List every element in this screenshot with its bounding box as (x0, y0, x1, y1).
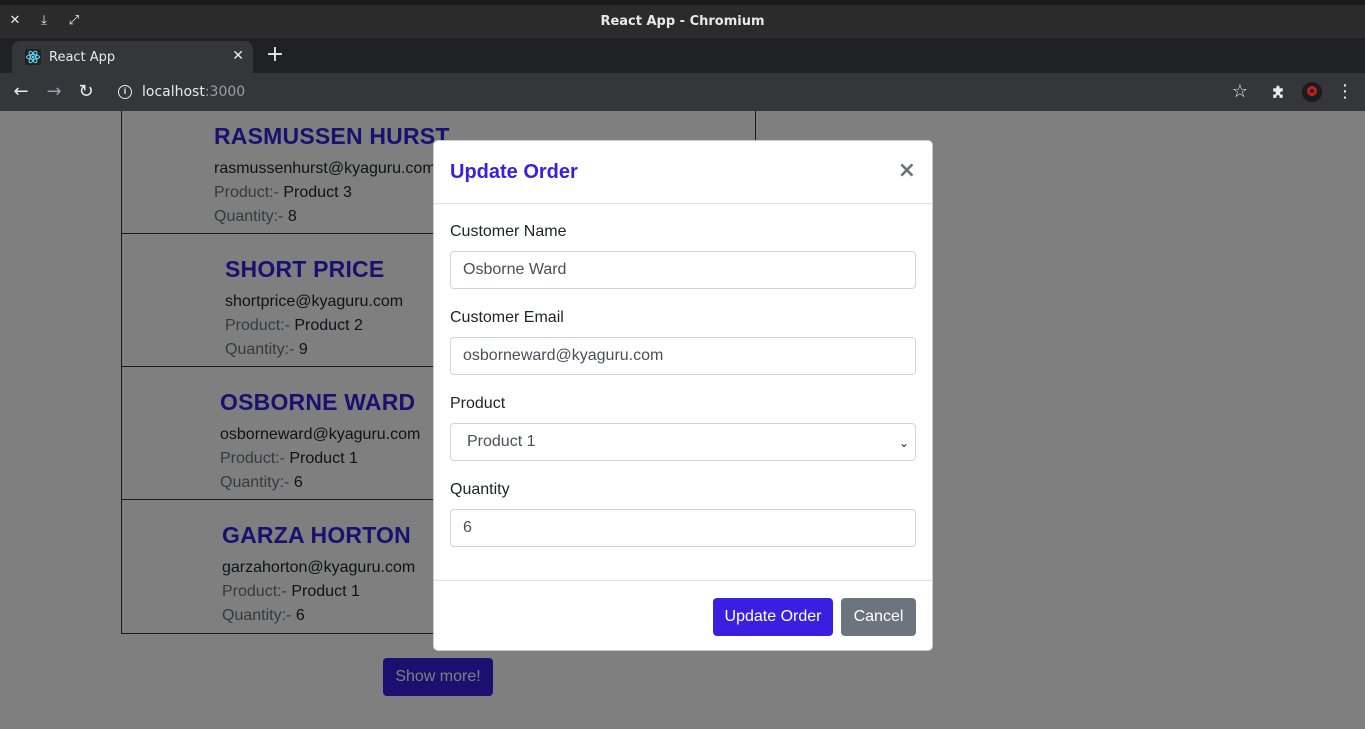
menu-kebab-icon[interactable]: ⋮ (1334, 81, 1356, 103)
forward-arrow-icon[interactable]: → (43, 81, 65, 103)
address-bar[interactable]: i localhost:3000 (108, 76, 1263, 108)
browser-tab[interactable]: React App ✕ (12, 41, 253, 73)
update-order-modal: Update Order × Customer Name Osborne War… (433, 140, 933, 651)
modal-header: Update Order × (434, 141, 932, 204)
profile-avatar[interactable] (1300, 81, 1324, 103)
customer-email-input[interactable]: osborneward@kyaguru.com (450, 337, 916, 375)
product-select-value: Product 1 (467, 433, 536, 450)
info-icon[interactable]: i (118, 85, 132, 99)
react-logo-icon (25, 49, 41, 65)
window-titlebar: ✕ ⤓ ⤢ React App - Chromium (0, 0, 1365, 38)
tab-strip: React App ✕ + (0, 38, 1365, 73)
customer-email-label: Customer Email (450, 309, 564, 326)
customer-name-label: Customer Name (450, 223, 567, 240)
modal-title: Update Order (450, 161, 578, 183)
browser-toolbar: ← → ↻ i localhost:3000 ☆ ⋮ (0, 73, 1365, 111)
url-text: localhost:3000 (142, 84, 246, 100)
product-label: Product (450, 395, 506, 412)
chevron-down-icon: ⌄ (898, 436, 909, 450)
new-tab-icon[interactable]: + (265, 42, 285, 67)
customer-name-input[interactable]: Osborne Ward (450, 251, 916, 289)
quantity-input[interactable]: 6 (450, 509, 916, 547)
modal-footer: Update Order Cancel (434, 580, 932, 650)
update-order-button[interactable]: Update Order (713, 598, 833, 636)
tab-close-icon[interactable]: ✕ (232, 48, 244, 64)
reload-icon[interactable]: ↻ (75, 81, 97, 103)
extensions-puzzle-icon[interactable] (1270, 84, 1287, 101)
bookmark-star-icon[interactable]: ☆ (1229, 81, 1251, 103)
tab-title: React App (49, 50, 116, 65)
product-select[interactable]: Product 1 ⌄ (450, 423, 916, 461)
window-title: React App - Chromium (600, 14, 765, 29)
cancel-button[interactable]: Cancel (841, 598, 916, 636)
close-icon[interactable]: × (898, 158, 916, 183)
back-arrow-icon[interactable]: ← (10, 81, 32, 103)
quantity-label: Quantity (450, 481, 510, 498)
